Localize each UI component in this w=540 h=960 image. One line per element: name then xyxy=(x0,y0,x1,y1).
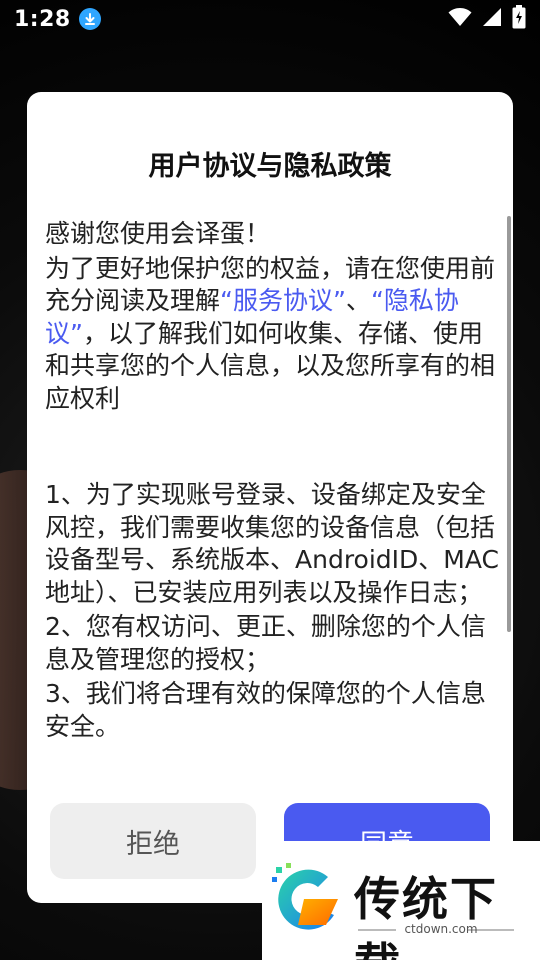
dialog-content[interactable]: 感谢您使用会译蛋！ 为了更好地保护您的权益，请在您使用前充分阅读及理解“服务协议… xyxy=(45,218,500,754)
signal-icon xyxy=(482,7,502,31)
scrollbar-thumb[interactable] xyxy=(507,216,511,632)
watermark-url: ctdown.com xyxy=(404,922,478,936)
watermark: 传统下载 ctdown.com xyxy=(262,841,540,960)
download-icon xyxy=(78,8,101,30)
screen: 1:28 用户协议与隐私政策 感谢您使用会译蛋！ 为了更好地保护您的权益，请在您… xyxy=(0,0,540,960)
scrollbar[interactable] xyxy=(507,216,511,756)
status-time: 1:28 xyxy=(14,6,71,32)
service-agreement-link[interactable]: “服务协议” xyxy=(220,286,346,315)
battery-icon xyxy=(512,5,526,33)
wifi-icon xyxy=(448,7,472,31)
status-icons xyxy=(448,5,526,33)
privacy-dialog: 用户协议与隐私政策 感谢您使用会译蛋！ 为了更好地保护您的权益，请在您使用前充分… xyxy=(27,92,513,903)
list-item: 3、我们将合理有效的保障您的个人信息安全。 xyxy=(45,679,486,741)
watermark-title: 传统下载 xyxy=(354,872,498,960)
intro-paragraph: 为了更好地保护您的权益，请在您使用前充分阅读及理解“服务协议”、“隐私协议”，以… xyxy=(45,253,500,416)
list-item: 1、为了实现账号登录、设备绑定及安全风控，我们需要收集您的设备信息（包括设备型号… xyxy=(45,480,499,607)
list-item: 2、您有权访问、更正、删除您的个人信息及管理您的授权； xyxy=(45,612,486,674)
intro-text-after: ，以了解我们如何收集、存储、使用和共享您的个人信息，以及您所享有的相应权利 xyxy=(45,318,496,413)
greeting-text: 感谢您使用会译蛋！ xyxy=(45,219,271,248)
refuse-button[interactable]: 拒绝 xyxy=(50,803,256,879)
link-separator: 、 xyxy=(345,286,371,315)
dialog-title: 用户协议与隐私政策 xyxy=(148,151,392,182)
status-bar: 1:28 xyxy=(0,0,540,38)
